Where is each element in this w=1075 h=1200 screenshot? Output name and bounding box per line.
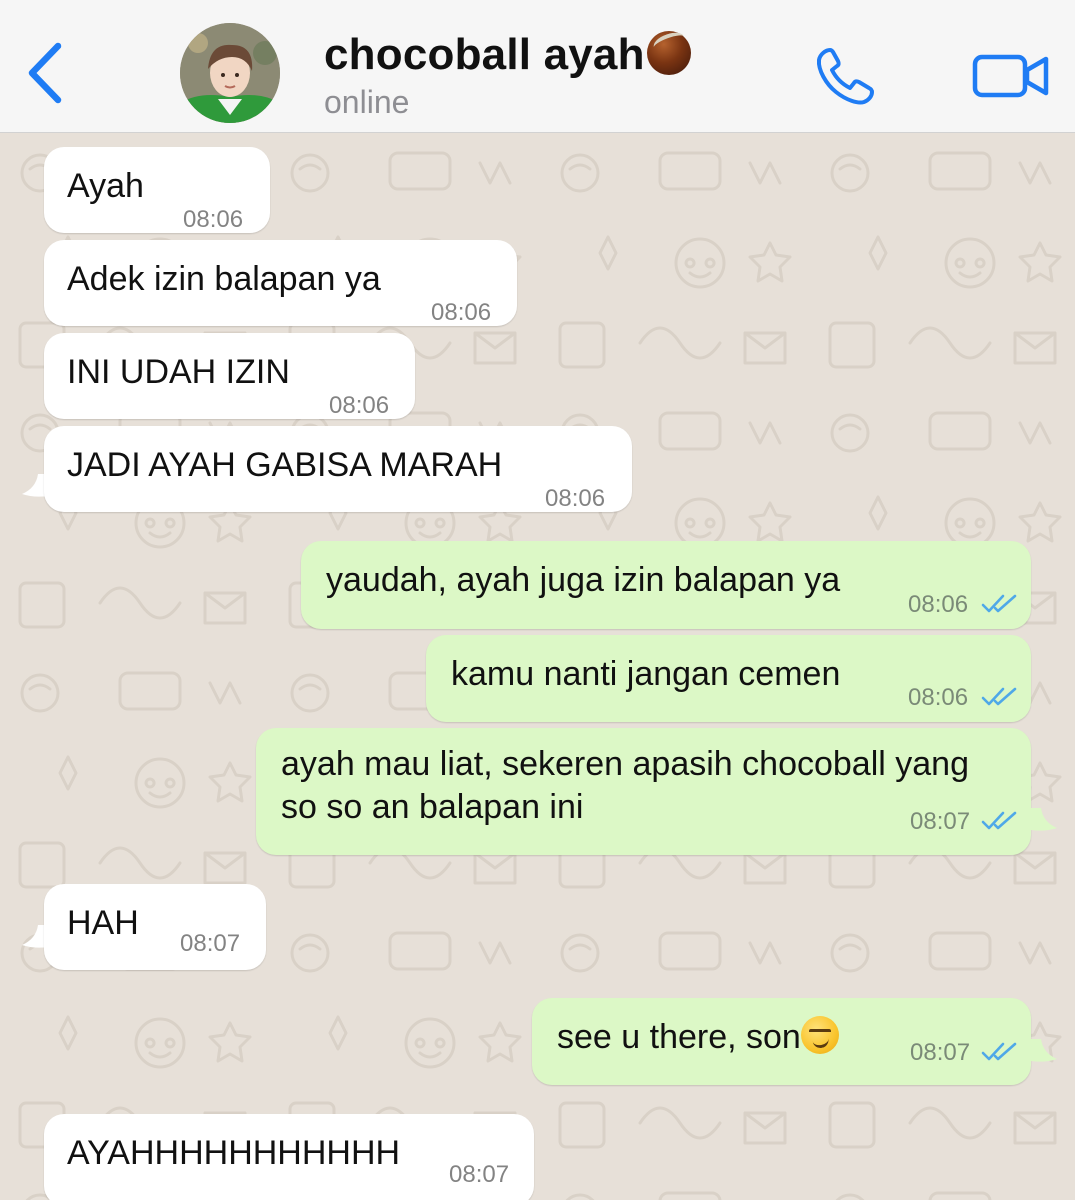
message-text: kamu nanti jangan cemen <box>451 655 841 693</box>
message-text: Ayah <box>67 167 144 205</box>
message-time: 08:07 <box>180 930 241 957</box>
message-bubble-outgoing[interactable]: ayah mau liat, sekeren apasih chocoball … <box>256 728 1031 855</box>
message-bubble-outgoing[interactable]: yaudah, ayah juga izin balapan ya 08:06 <box>301 541 1031 629</box>
avatar-photo <box>180 23 280 123</box>
contact-status: online <box>324 84 410 120</box>
chat-header: chocoball ayah online <box>0 0 1075 133</box>
message-text: AYAHHHHHHHHHHH <box>67 1134 401 1172</box>
contact-name[interactable]: chocoball ayah <box>324 30 691 80</box>
back-chevron-icon[interactable] <box>22 38 70 108</box>
message-time: 08:07 <box>449 1161 510 1188</box>
contact-avatar[interactable] <box>180 23 280 123</box>
bubble-tail-outgoing <box>1031 808 1057 831</box>
message-text: yaudah, ayah juga izin balapan ya <box>326 561 841 599</box>
contact-name-text: chocoball ayah <box>324 30 645 79</box>
message-text-body: see u there, son <box>557 1018 801 1056</box>
message-bubble-incoming[interactable]: AYAHHHHHHHHHHH 08:07 <box>44 1114 534 1200</box>
read-ticks-icon <box>981 687 1017 706</box>
message-time: 08:06 <box>183 206 244 233</box>
chat-wallpaper: Ayah 08:06 Adek izin balapan ya 08:06 IN… <box>0 133 1075 1200</box>
message-bubble-incoming[interactable]: Adek izin balapan ya 08:06 <box>44 240 517 326</box>
message-text: ayah mau liat, sekeren apasih chocoball … <box>281 745 969 826</box>
bubble-tail-outgoing <box>1031 1039 1057 1062</box>
message-time: 08:06 <box>908 684 969 711</box>
message-time: 08:07 <box>910 1039 971 1066</box>
message-bubble-incoming[interactable]: Ayah 08:06 <box>44 147 270 233</box>
message-text: see u there, son <box>557 1016 839 1059</box>
smirking-face-emoji-icon <box>800 1016 839 1054</box>
message-text: HAH <box>67 904 139 942</box>
video-camera-icon[interactable] <box>972 52 1050 100</box>
read-ticks-icon <box>981 1042 1017 1061</box>
read-ticks-icon <box>981 811 1017 830</box>
message-time: 08:06 <box>431 299 492 326</box>
message-bubble-incoming[interactable]: HAH 08:07 <box>44 884 266 970</box>
message-bubble-outgoing[interactable]: kamu nanti jangan cemen 08:06 <box>426 635 1031 722</box>
chestnut-emoji-icon <box>646 31 691 75</box>
message-bubble-outgoing[interactable]: see u there, son 08:07 <box>532 998 1031 1085</box>
message-time: 08:07 <box>910 808 971 835</box>
message-text: Adek izin balapan ya <box>67 260 381 298</box>
message-text: INI UDAH IZIN <box>67 353 290 391</box>
message-time: 08:06 <box>908 591 969 618</box>
message-bubble-incoming[interactable]: INI UDAH IZIN 08:06 <box>44 333 415 419</box>
message-text: JADI AYAH GABISA MARAH <box>67 446 503 484</box>
read-ticks-icon <box>981 594 1017 613</box>
phone-icon[interactable] <box>812 44 876 108</box>
message-time: 08:06 <box>545 485 606 512</box>
message-bubble-incoming[interactable]: JADI AYAH GABISA MARAH 08:06 <box>44 426 632 512</box>
message-time: 08:06 <box>329 392 390 419</box>
